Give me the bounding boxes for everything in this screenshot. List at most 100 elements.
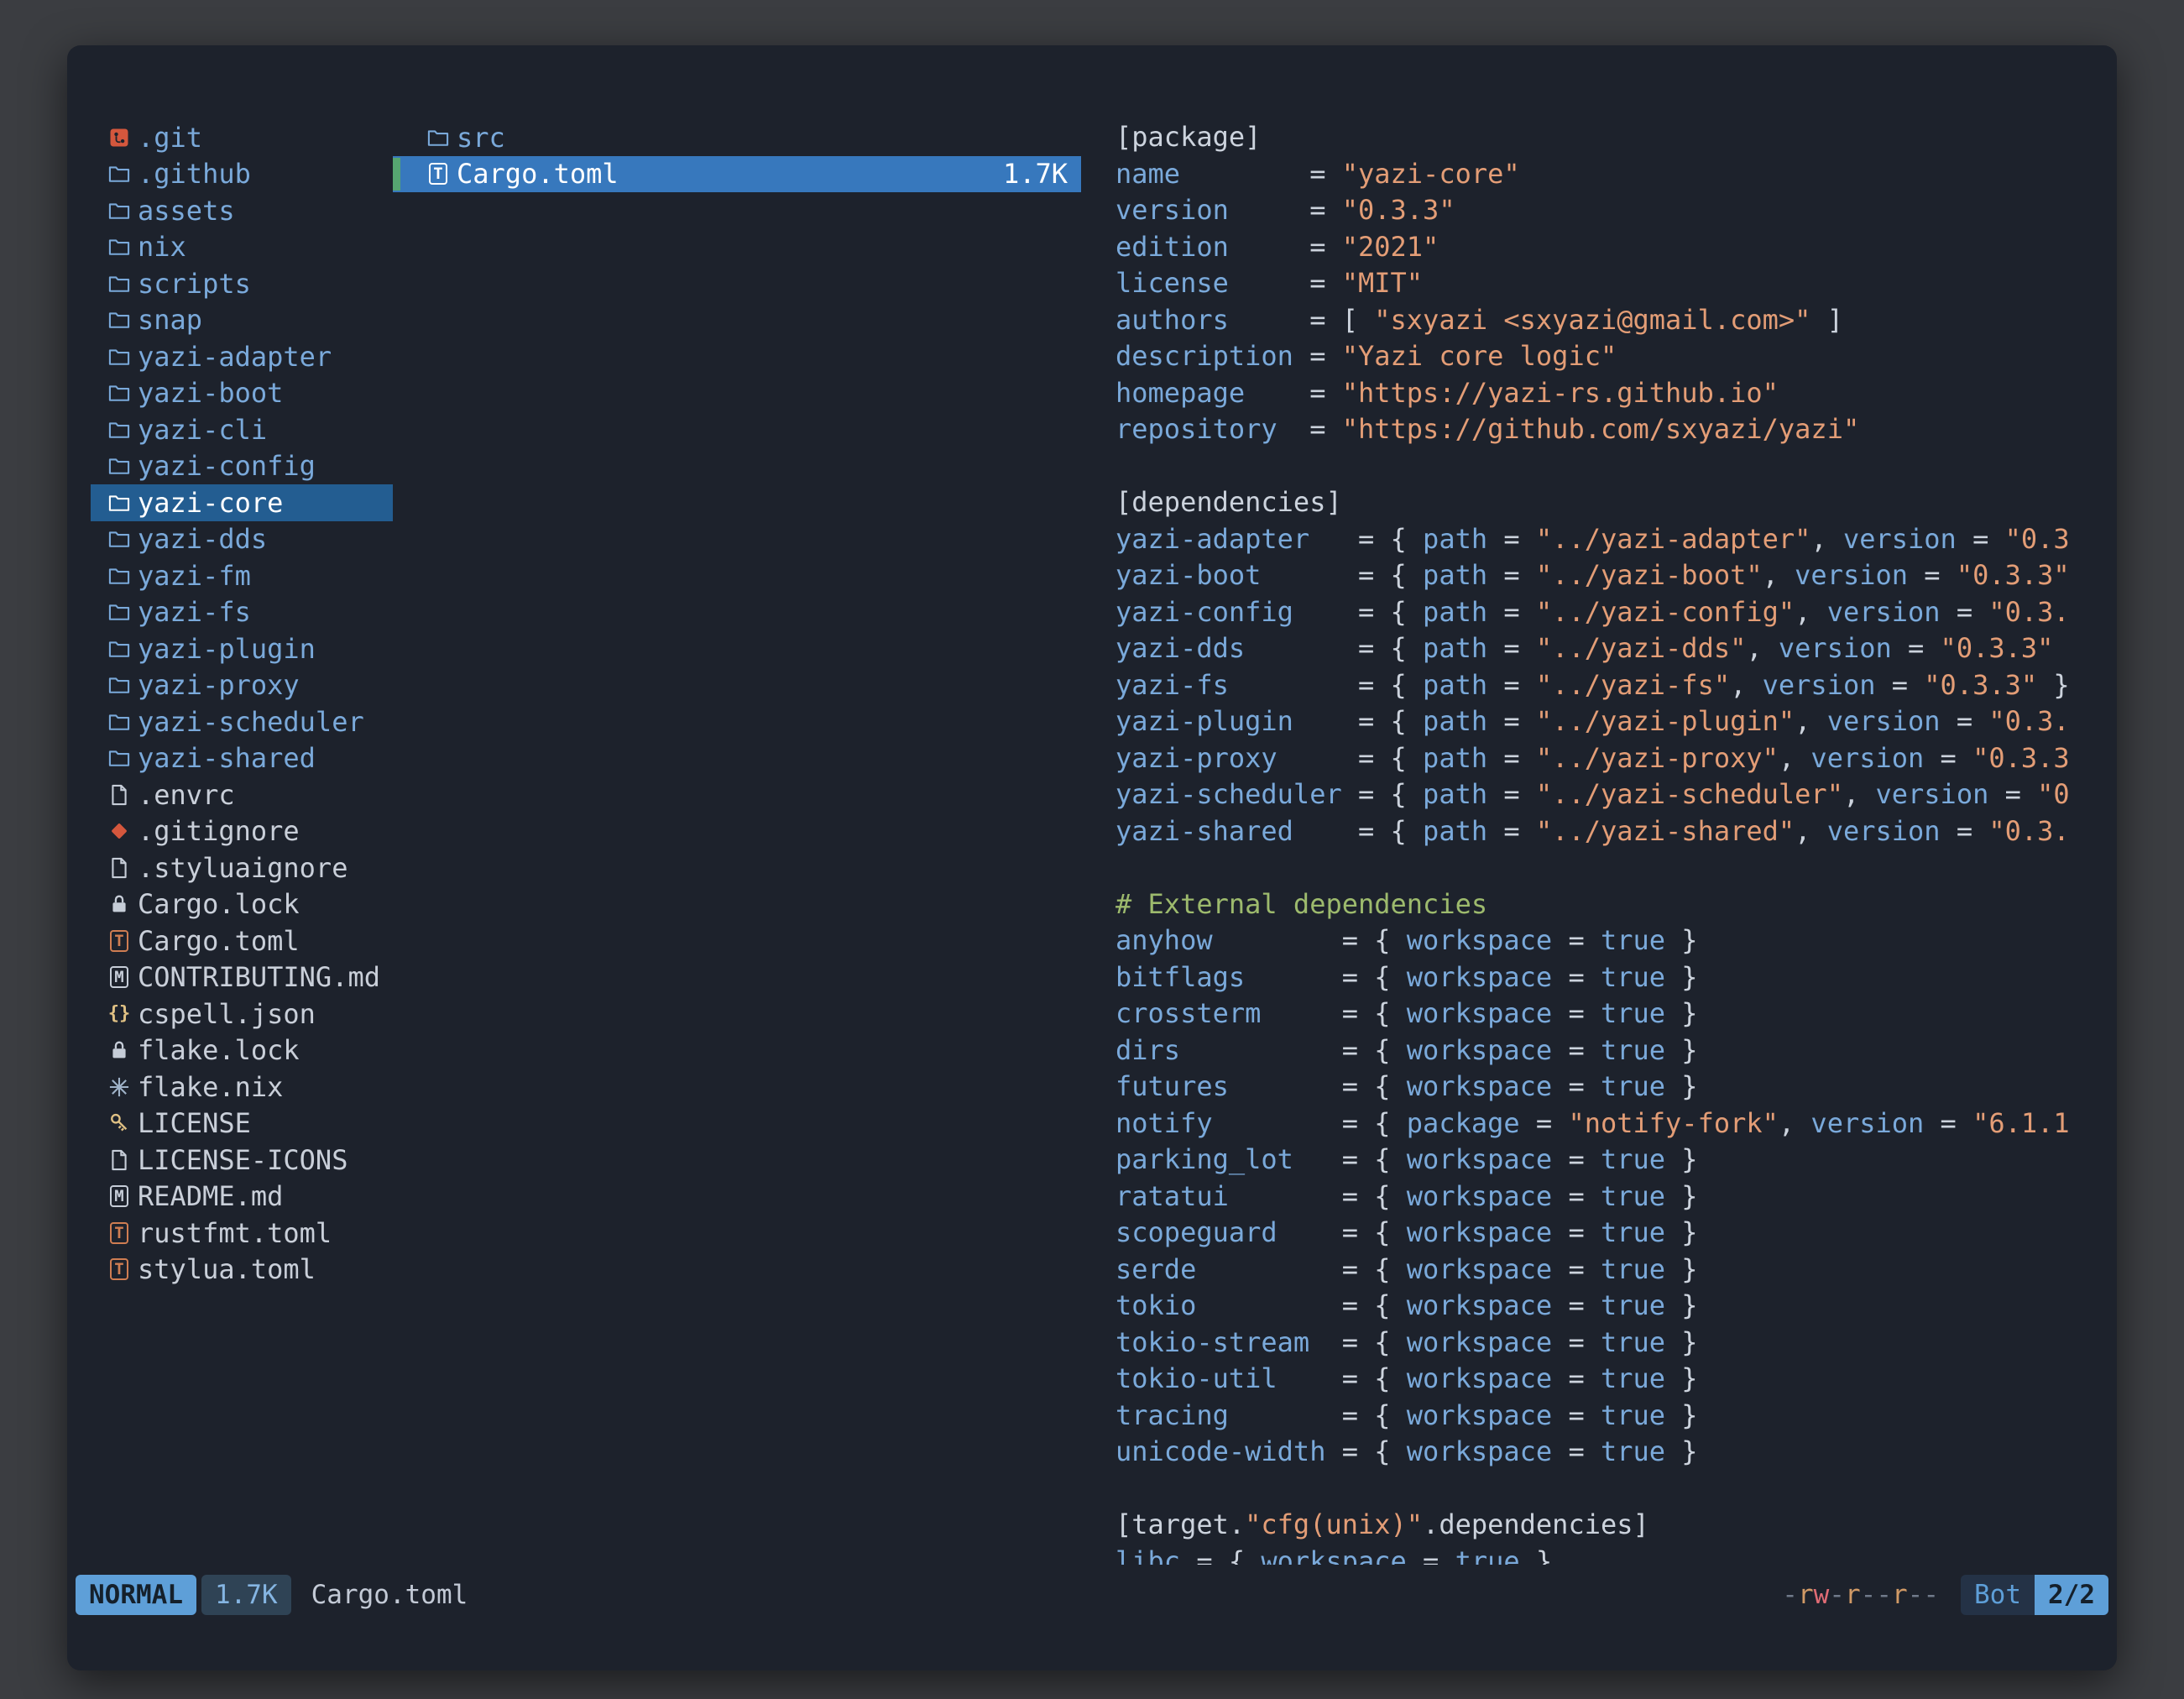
dir-item-assets[interactable]: assets [91,192,393,229]
preview-line: futures = { workspace = true } [1116,1069,2117,1106]
item-label: README.md [138,1180,283,1212]
dir-item-nix[interactable]: nix [91,229,393,266]
folder-icon [424,123,452,152]
preview-line [1116,850,2117,886]
preview-line: license = "MIT" [1116,265,2117,302]
dir-item-yazi-plugin[interactable]: yazi-plugin [91,630,393,667]
preview-line: yazi-boot = { path = "../yazi-boot", ver… [1116,557,2117,594]
dir-item-.github[interactable]: .github [91,156,393,193]
item-label: yazi-proxy [138,669,300,701]
item-label: src [457,122,505,154]
file-icon [105,854,133,882]
preview-line: authors = [ "sxyazi <sxyazi@gmail.com>" … [1116,302,2117,339]
preview-line: scopeguard = { workspace = true } [1116,1215,2117,1252]
preview-line: bitflags = { workspace = true } [1116,959,2117,996]
folder-icon [105,416,133,444]
item-label: scripts [138,268,251,300]
file-item-README.md[interactable]: MREADME.md [91,1179,393,1215]
preview-line: version = "0.3.3" [1116,192,2117,229]
item-label: Cargo.lock [138,888,300,920]
preview-line: homepage = "https://yazi-rs.github.io" [1116,375,2117,412]
folder-icon [105,306,133,334]
file-item-.gitignore[interactable]: .gitignore [91,813,393,850]
current-pane[interactable]: srcTCargo.toml1.7K [393,119,1081,1565]
preview-line: name = "yazi-core" [1116,156,2117,193]
folder-icon [105,635,133,663]
dir-item-yazi-fm[interactable]: yazi-fm [91,557,393,594]
preview-line: serde = { workspace = true } [1116,1252,2117,1289]
dir-item-yazi-proxy[interactable]: yazi-proxy [91,667,393,704]
dir-item-yazi-config[interactable]: yazi-config [91,448,393,485]
file-item-flake.lock[interactable]: flake.lock [91,1032,393,1069]
file-permissions: -rw-r--r-- [1782,1580,1939,1610]
file-icon [105,781,133,809]
preview-line: notify = { package = "notify-fork", vers… [1116,1106,2117,1142]
mode-indicator: NORMAL [76,1575,196,1615]
item-label: .git [138,122,202,154]
dir-item-yazi-boot[interactable]: yazi-boot [91,375,393,412]
file-item-CONTRIBUTING.md[interactable]: MCONTRIBUTING.md [91,959,393,996]
cursor-position-counter: 2/2 [2035,1575,2108,1615]
file-item-.envrc[interactable]: .envrc [91,776,393,813]
dir-item-.git[interactable]: .git [91,119,393,156]
file-item-rustfmt.toml[interactable]: Trustfmt.toml [91,1215,393,1252]
folder-icon [105,196,133,225]
preview-line: [dependencies] [1116,484,2117,521]
item-label: rustfmt.toml [138,1217,332,1249]
folder-icon [105,525,133,553]
file-item-Cargo.lock[interactable]: Cargo.lock [91,886,393,923]
file-icon [105,1146,133,1174]
dir-item-yazi-cli[interactable]: yazi-cli [91,411,393,448]
file-item-Cargo.toml[interactable]: TCargo.toml1.7K [393,156,1081,193]
nix-icon [105,1073,133,1101]
parent-pane[interactable]: .git .githubassetsnixscriptssnapyazi-adap… [91,119,393,1565]
file-item-stylua.toml[interactable]: Tstylua.toml [91,1252,393,1289]
dir-item-yazi-scheduler[interactable]: yazi-scheduler [91,703,393,740]
dir-item-yazi-fs[interactable]: yazi-fs [91,594,393,631]
toml-icon: T [105,1219,133,1247]
folder-icon [105,342,133,371]
dir-item-yazi-shared[interactable]: yazi-shared [91,740,393,777]
preview-line: tokio = { workspace = true } [1116,1288,2117,1325]
preview-line: tracing = { workspace = true } [1116,1398,2117,1435]
preview-line: libc = { workspace = true } [1116,1544,2117,1566]
dir-item-src[interactable]: src [393,119,1081,156]
item-label: .github [138,158,251,190]
license-icon [105,1109,133,1137]
file-manager-panes: .git.githubassetsnixscriptssnapyazi-adap… [91,119,2117,1565]
file-item-LICENSE[interactable]: LICENSE [91,1106,393,1142]
item-label: yazi-cli [138,414,267,446]
dir-item-yazi-dds[interactable]: yazi-dds [91,521,393,558]
dir-item-yazi-adapter[interactable]: yazi-adapter [91,338,393,375]
item-label: .envrc [138,779,235,811]
preview-line: repository = "https://github.com/sxyazi/… [1116,411,2117,448]
item-label: Cargo.toml [457,158,619,190]
preview-line: tokio-stream = { workspace = true } [1116,1325,2117,1362]
preview-line: yazi-scheduler = { path = "../yazi-sched… [1116,776,2117,813]
item-label: LICENSE [138,1107,251,1139]
item-label: yazi-core [138,487,283,519]
preview-line: crossterm = { workspace = true } [1116,996,2117,1032]
folder-icon [105,489,133,517]
file-item-LICENSE-ICONS[interactable]: LICENSE-ICONS [91,1142,393,1179]
status-filename: Cargo.toml [311,1580,468,1610]
file-item-.styluaignore[interactable]: .styluaignore [91,850,393,886]
folder-icon [105,744,133,772]
file-item-Cargo.toml[interactable]: TCargo.toml [91,923,393,959]
preview-line: [package] [1116,119,2117,156]
dir-item-scripts[interactable]: scripts [91,265,393,302]
preview-line: dirs = { workspace = true } [1116,1032,2117,1069]
dir-item-yazi-core[interactable]: yazi-core [91,484,393,521]
preview-pane[interactable]: [package]name = "yazi-core"version = "0.… [1116,119,2117,1565]
item-label: yazi-shared [138,742,316,774]
item-label: stylua.toml [138,1253,316,1285]
toml-icon: T [105,927,133,955]
file-item-flake.nix[interactable]: flake.nix [91,1069,393,1106]
preview-line: yazi-proxy = { path = "../yazi-proxy", v… [1116,740,2117,777]
preview-line: description = "Yazi core logic" [1116,338,2117,375]
preview-line: yazi-adapter = { path = "../yazi-adapter… [1116,521,2117,558]
dir-item-snap[interactable]: snap [91,302,393,339]
preview-line: unicode-width = { workspace = true } [1116,1434,2117,1471]
file-item-cspell.json[interactable]: {}cspell.json [91,996,393,1032]
status-right: -rw-r--r-- Bot 2/2 [1782,1575,2108,1615]
